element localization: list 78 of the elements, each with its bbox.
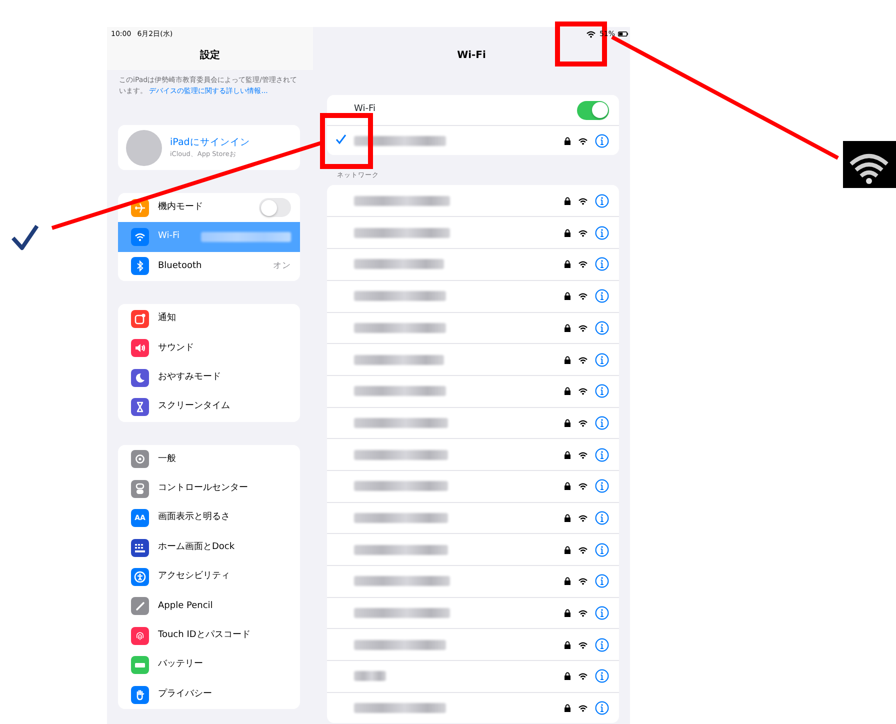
wifi-icon — [578, 136, 588, 144]
info-icon[interactable] — [595, 448, 609, 462]
app-grid-icon — [131, 538, 149, 557]
info-icon[interactable] — [595, 542, 609, 557]
wifi-icon — [578, 640, 588, 649]
moon-icon — [131, 368, 149, 387]
settings-item[interactable]: Apple Pencil — [118, 592, 300, 622]
wifi-icon — [586, 30, 596, 38]
switches-icon — [131, 480, 149, 498]
wifi-icon — [578, 546, 588, 554]
battery-icon — [618, 30, 628, 38]
wifi-icon — [578, 577, 588, 586]
wifi-icon — [578, 292, 588, 300]
wifi-icon — [578, 418, 588, 427]
info-icon[interactable] — [595, 669, 609, 684]
account-title: iPadにサインイン — [170, 136, 250, 150]
wifi-icon — [843, 141, 896, 188]
speaker-icon — [131, 339, 149, 358]
info-icon[interactable] — [595, 289, 609, 304]
wifi-icon — [578, 196, 588, 205]
fingerprint-icon — [131, 626, 149, 645]
wifi-icon — [578, 514, 588, 522]
wifi-icon — [578, 324, 588, 332]
info-icon[interactable] — [595, 606, 609, 620]
wifi-icon — [578, 228, 588, 237]
sidebar-title: 設定 — [200, 48, 220, 63]
checkmark-icon — [335, 133, 347, 145]
info-icon[interactable] — [595, 479, 609, 494]
settings-item[interactable]: サウンド — [118, 334, 300, 363]
settings-item[interactable]: ホーム画面とDock — [118, 532, 300, 562]
pencil-icon — [131, 597, 149, 616]
info-icon[interactable] — [595, 384, 609, 398]
settings-item[interactable]: Touch IDとパスコード — [118, 621, 300, 650]
wifi-icon — [578, 672, 588, 680]
settings-item[interactable]: おやすみモード — [118, 362, 300, 392]
panel-title: Wi-Fi — [457, 49, 486, 63]
toggle-switch[interactable] — [259, 198, 291, 218]
info-icon[interactable] — [595, 194, 609, 208]
wifi-icon — [578, 482, 588, 490]
info-icon[interactable] — [595, 352, 609, 367]
info-icon[interactable] — [595, 134, 609, 148]
settings-item[interactable]: コントロールセンター — [118, 474, 300, 504]
setting-value: オン — [273, 260, 291, 273]
settings-item[interactable]: アクセシビリティ — [118, 562, 300, 592]
info-icon[interactable] — [595, 574, 609, 588]
info-icon[interactable] — [595, 257, 609, 272]
wifi-icon — [578, 356, 588, 364]
wifi-icon — [131, 228, 149, 246]
info-icon[interactable] — [595, 638, 609, 652]
settings-item[interactable]: 通知 — [118, 304, 300, 334]
wifi-icon — [578, 609, 588, 618]
bluetooth-icon — [131, 257, 149, 276]
notification-icon — [131, 310, 149, 328]
settings-item[interactable]: プライバシー — [118, 680, 300, 710]
info-icon[interactable] — [595, 320, 609, 335]
hand-icon — [131, 686, 149, 704]
settings-item[interactable]: 一般 — [118, 444, 300, 474]
settings-item[interactable]: 機内モード — [118, 193, 300, 222]
settings-item[interactable]: バッテリー — [118, 650, 300, 680]
info-icon[interactable] — [595, 701, 609, 716]
settings-item[interactable]: スクリーンタイム — [118, 392, 300, 422]
wifi-icon — [578, 260, 588, 268]
battery-icon — [131, 656, 149, 674]
wifi-icon — [578, 450, 588, 459]
info-icon[interactable] — [595, 226, 609, 240]
wifi-icon — [578, 704, 588, 712]
hourglass-icon — [131, 398, 149, 416]
toggle-switch[interactable] — [577, 100, 609, 120]
wifi-icon — [578, 387, 588, 396]
wifi-label: Wi-Fi — [354, 103, 376, 116]
info-icon[interactable] — [595, 510, 609, 525]
settings-item[interactable]: Bluetooth オン — [118, 252, 300, 282]
avatar-placeholder — [126, 130, 162, 166]
accessibility-icon — [131, 568, 149, 586]
info-icon[interactable] — [595, 416, 609, 430]
blurred-network-name — [354, 671, 386, 682]
checkmark-icon — [12, 224, 39, 250]
highlight-frame — [320, 113, 373, 169]
